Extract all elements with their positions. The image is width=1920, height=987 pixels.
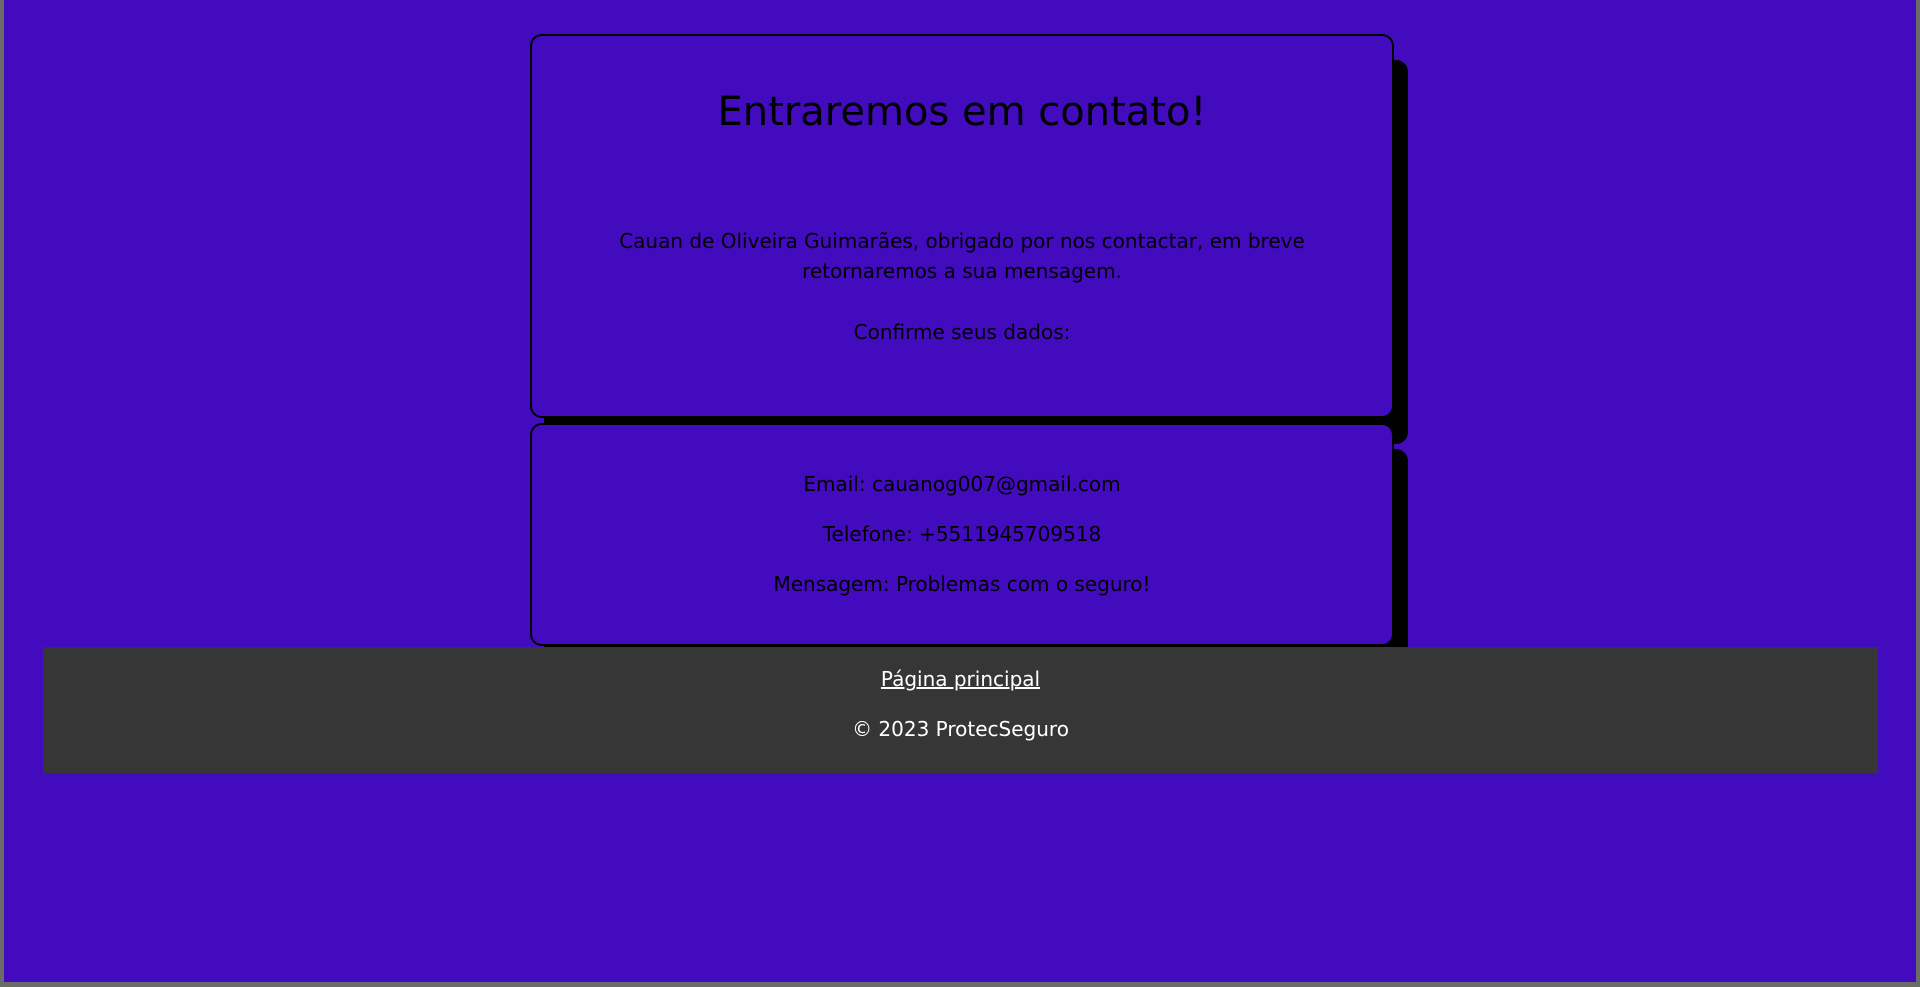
message-value: Mensagem: Problemas com o seguro! [773, 572, 1151, 596]
contact-details-card: Email: cauanog007@gmail.com Telefone: +5… [530, 423, 1394, 646]
page-title: Entraremos em contato! [717, 89, 1207, 135]
phone-value: Telefone: +5511945709518 [822, 522, 1102, 546]
home-page-link[interactable]: Página principal [43, 664, 1878, 694]
copyright-text: © 2023 ProtecSeguro [852, 717, 1069, 741]
confirm-data-label: Confirme seus dados: [853, 320, 1071, 344]
email-value: Email: cauanog007@gmail.com [803, 472, 1121, 496]
thank-you-message: Cauan de Oliveira Guimarães, obrigado po… [619, 229, 1305, 283]
confirmation-card: Entraremos em contato! Cauan de Oliveira… [530, 34, 1394, 418]
page-background: Entraremos em contato! Cauan de Oliveira… [4, 0, 1916, 982]
footer: Página principal © 2023 ProtecSeguro [43, 647, 1878, 773]
